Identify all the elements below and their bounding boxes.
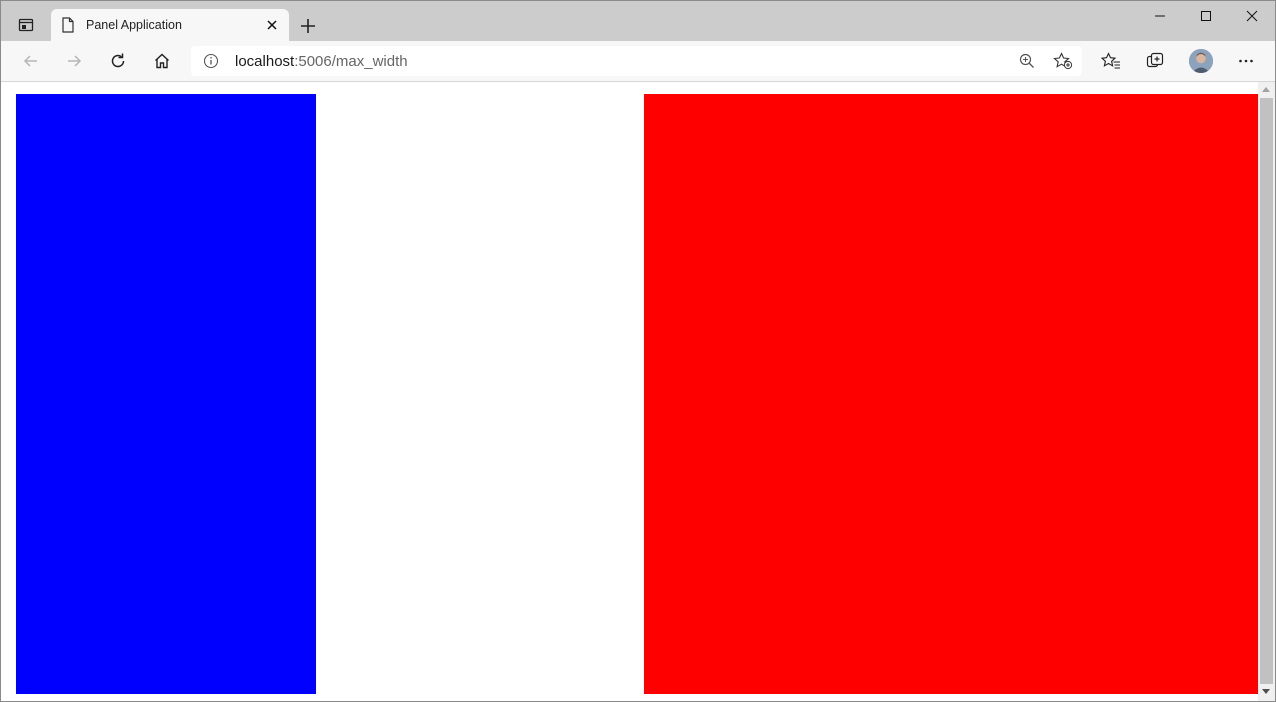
document-icon [62, 17, 74, 33]
scroll-up-arrow[interactable] [1262, 87, 1270, 92]
scroll-thumb[interactable] [1260, 98, 1273, 684]
more-button[interactable] [1231, 47, 1261, 75]
tab-actions-icon [18, 18, 34, 32]
avatar-icon [1189, 49, 1213, 73]
favorites-button[interactable] [1096, 47, 1126, 75]
more-icon [1239, 59, 1253, 63]
url-host: localhost [235, 53, 295, 70]
url-text[interactable]: localhost:5006/max_width [235, 53, 408, 70]
profile-avatar[interactable] [1189, 49, 1213, 73]
refresh-button[interactable] [103, 47, 133, 75]
tab-strip: Panel Application [1, 1, 1275, 41]
url-path: :5006/max_width [294, 53, 408, 70]
maximize-icon [1201, 11, 1211, 21]
tab-title: Panel Application [86, 18, 182, 32]
red-panel [644, 94, 1258, 694]
maximize-button[interactable] [1183, 1, 1229, 31]
new-tab-button[interactable] [297, 15, 319, 37]
favorites-icon [1101, 52, 1120, 69]
address-bar[interactable]: localhost:5006/max_width [191, 46, 1082, 76]
refresh-icon [111, 53, 125, 68]
tab-panel-application[interactable]: Panel Application [51, 9, 289, 41]
blue-panel [16, 94, 316, 694]
toolbar: localhost:5006/max_width [1, 41, 1275, 82]
back-button[interactable] [16, 47, 46, 75]
collections-icon [1146, 52, 1164, 68]
minimize-button[interactable] [1137, 1, 1183, 31]
forward-button[interactable] [59, 47, 89, 75]
home-icon [155, 53, 169, 69]
add-favorite-icon[interactable] [1053, 52, 1073, 70]
browser-window: Panel Application localhost:5006/max_wid… [0, 0, 1276, 702]
page-viewport [1, 82, 1258, 701]
scroll-down-arrow[interactable] [1262, 689, 1270, 694]
info-icon[interactable] [203, 53, 219, 69]
collections-button[interactable] [1140, 47, 1170, 75]
minimize-icon [1155, 15, 1165, 17]
tab-actions-button[interactable] [9, 9, 43, 41]
vertical-scrollbar[interactable] [1258, 82, 1275, 701]
forward-arrow-icon [68, 55, 82, 67]
close-window-button[interactable] [1229, 1, 1275, 31]
back-arrow-icon [23, 55, 37, 67]
zoom-icon[interactable] [1018, 52, 1036, 70]
home-button[interactable] [147, 47, 177, 75]
close-icon[interactable] [265, 18, 279, 32]
close-window-icon [1246, 10, 1258, 22]
